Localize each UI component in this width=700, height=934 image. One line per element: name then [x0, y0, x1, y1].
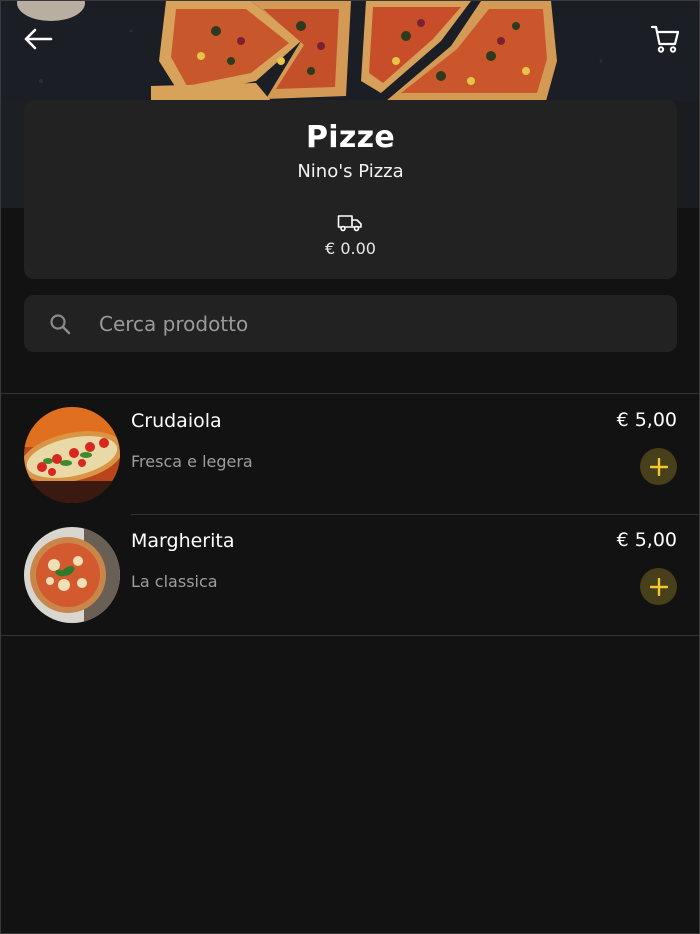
add-to-cart-button[interactable]: [640, 448, 677, 485]
app-screen: Pizze Nino's Pizza € 0.00 Cerca prodotto…: [0, 0, 700, 934]
product-price: € 5,00: [616, 409, 677, 431]
shopping-cart-icon: [650, 25, 680, 53]
product-image: [24, 407, 120, 503]
product-description: Fresca e legera: [131, 452, 253, 471]
divider: [1, 393, 699, 394]
search-icon: [50, 314, 71, 335]
back-button[interactable]: [18, 19, 58, 59]
search-bar[interactable]: [24, 295, 677, 352]
truck-icon: [337, 215, 362, 232]
divider: [1, 635, 699, 636]
product-name: Margherita: [131, 530, 235, 552]
product-description: La classica: [131, 572, 218, 591]
plus-icon: [649, 577, 668, 596]
product-item-margherita[interactable]: Margherita La classica € 5,00: [1, 515, 699, 635]
product-image: [24, 527, 120, 623]
arrow-left-icon: [24, 28, 53, 50]
shop-info-card: Pizze Nino's Pizza € 0.00: [24, 100, 677, 279]
add-to-cart-button[interactable]: [640, 568, 677, 605]
product-price: € 5,00: [616, 529, 677, 551]
product-item-crudaiola[interactable]: Crudaiola Fresca e legera € 5,00: [1, 395, 699, 515]
search-input[interactable]: [99, 295, 639, 352]
product-name: Crudaiola: [131, 410, 222, 432]
shop-name: Nino's Pizza: [297, 161, 404, 182]
cart-button[interactable]: [645, 19, 685, 59]
page-title: Pizze: [305, 120, 396, 155]
delivery-price: € 0.00: [325, 239, 376, 258]
plus-icon: [649, 457, 668, 476]
